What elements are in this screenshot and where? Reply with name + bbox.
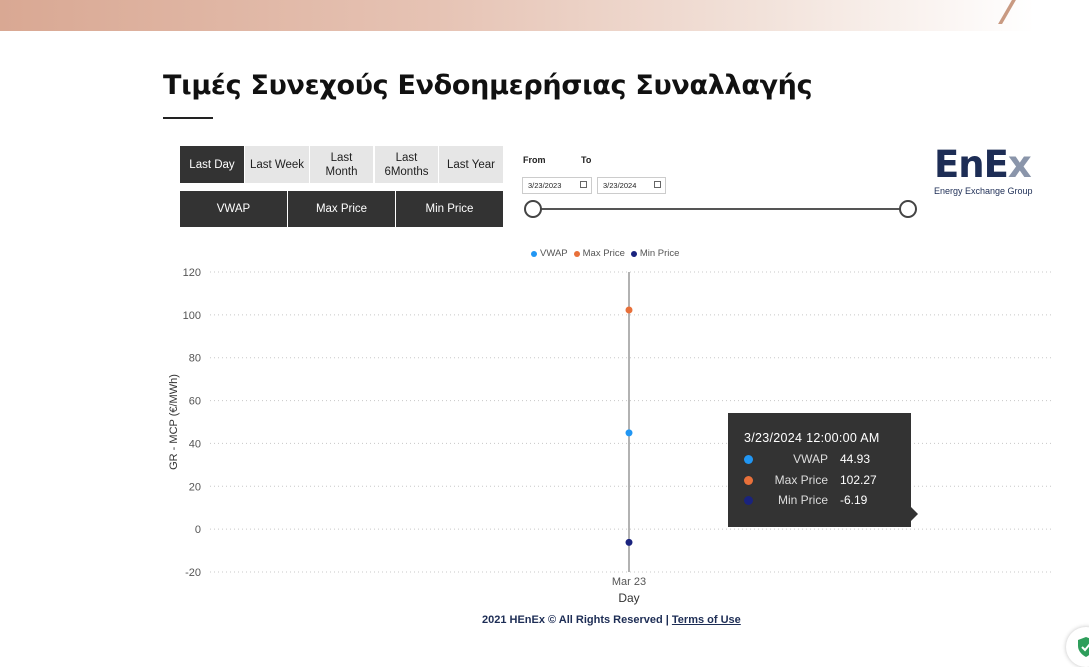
from-date-input[interactable]: 3/23/2023: [522, 177, 592, 194]
logo-text-x: x: [1007, 143, 1032, 186]
tooltip-date: 3/23/2024 12:00:00 AM: [744, 431, 880, 445]
footer-copyright: 2021 HEnEx © All Rights Reserved |: [482, 614, 672, 626]
from-date-value: 3/23/2023: [528, 181, 562, 190]
min-price-legend-dot: [630, 250, 637, 257]
tooltip-value: 102.27: [840, 473, 877, 487]
y-axis-label: GR - MCP (€/MWh): [168, 374, 180, 470]
y-tick-label: 120: [183, 267, 201, 279]
data-point-vwap: [625, 429, 633, 437]
top-banner: [0, 0, 1089, 31]
max-price-legend-dot: [573, 250, 580, 257]
last-day-button[interactable]: Last Day: [180, 146, 244, 183]
last-week-button[interactable]: Last Week: [245, 146, 309, 183]
x-tick-label: Mar 23: [612, 576, 646, 588]
vwap-legend-dot: [531, 250, 537, 257]
shield-icon: [1078, 637, 1089, 657]
legend-item-min-price[interactable]: Min Price: [630, 248, 680, 259]
last-6months-button[interactable]: Last 6Months: [375, 146, 438, 183]
date-slider-start-handle[interactable]: [524, 200, 542, 218]
tooltip-label: Max Price: [774, 473, 828, 487]
min-price-button[interactable]: Min Price: [396, 191, 503, 227]
calendar-icon[interactable]: [654, 181, 661, 188]
tooltip-value: 44.93: [840, 452, 871, 466]
y-tick-label: 100: [183, 310, 201, 322]
x-axis-label: Day: [618, 591, 639, 605]
page-title: Τιμές Συνεχούς Ενδοημερήσιας Συναλλαγής: [163, 70, 813, 101]
tooltip-value: -6.19: [840, 493, 868, 507]
tooltip-row-max-price: Max Price 102.27: [744, 473, 904, 487]
data-point-min-price: [625, 538, 633, 546]
vwap-dot-icon: [744, 454, 753, 464]
enex-logo: EnEx Energy Exchange Group: [934, 143, 1033, 197]
date-slider-end-handle[interactable]: [899, 200, 917, 218]
terms-of-use-link[interactable]: Terms of Use: [672, 614, 741, 626]
y-tick-label: 40: [189, 438, 201, 450]
footer: 2021 HEnEx © All Rights Reserved | Terms…: [482, 614, 741, 626]
date-slider-track[interactable]: [533, 208, 908, 210]
to-label: To: [581, 155, 592, 165]
logo-text-main: EnE: [934, 143, 1009, 186]
y-tick-label: -20: [185, 567, 201, 579]
legend-label-max-price: Max Price: [582, 248, 625, 259]
y-tick-label: 20: [189, 481, 201, 493]
last-year-button[interactable]: Last Year: [439, 146, 503, 183]
tooltip-arrow: [911, 507, 918, 521]
tooltip-row-min-price: Min Price -6.19: [744, 493, 904, 507]
title-underline: [163, 117, 213, 119]
min-price-dot-icon: [744, 495, 753, 505]
logo-subtitle: Energy Exchange Group: [934, 186, 1033, 196]
legend-item-vwap[interactable]: VWAP: [531, 248, 568, 259]
from-label: From: [523, 155, 546, 165]
data-point-max-price: [625, 306, 633, 314]
tooltip-label: VWAP: [793, 452, 828, 466]
max-price-dot-icon: [744, 475, 753, 485]
last-month-button[interactable]: Last Month: [310, 146, 373, 183]
y-tick-label: 80: [189, 353, 201, 365]
tooltip-row-vwap: VWAP 44.93: [744, 452, 904, 466]
legend-label-min-price: Min Price: [639, 248, 680, 259]
chart-tooltip: 3/23/2024 12:00:00 AM VWAP 44.93 Max Pri…: [728, 413, 911, 527]
legend-item-max-price[interactable]: Max Price: [573, 248, 625, 259]
legend-label-vwap: VWAP: [540, 248, 568, 259]
y-tick-label: 60: [189, 396, 201, 408]
vwap-button[interactable]: VWAP: [180, 191, 287, 227]
to-date-value: 3/23/2024: [603, 181, 637, 190]
to-date-input[interactable]: 3/23/2024: [597, 177, 666, 194]
security-badge[interactable]: [1066, 627, 1089, 667]
max-price-button[interactable]: Max Price: [288, 191, 395, 227]
chart-legend: VWAP Max Price Min Price: [531, 248, 679, 259]
tooltip-label: Min Price: [777, 493, 828, 507]
calendar-icon[interactable]: [580, 181, 587, 188]
y-tick-label: 0: [195, 524, 201, 536]
